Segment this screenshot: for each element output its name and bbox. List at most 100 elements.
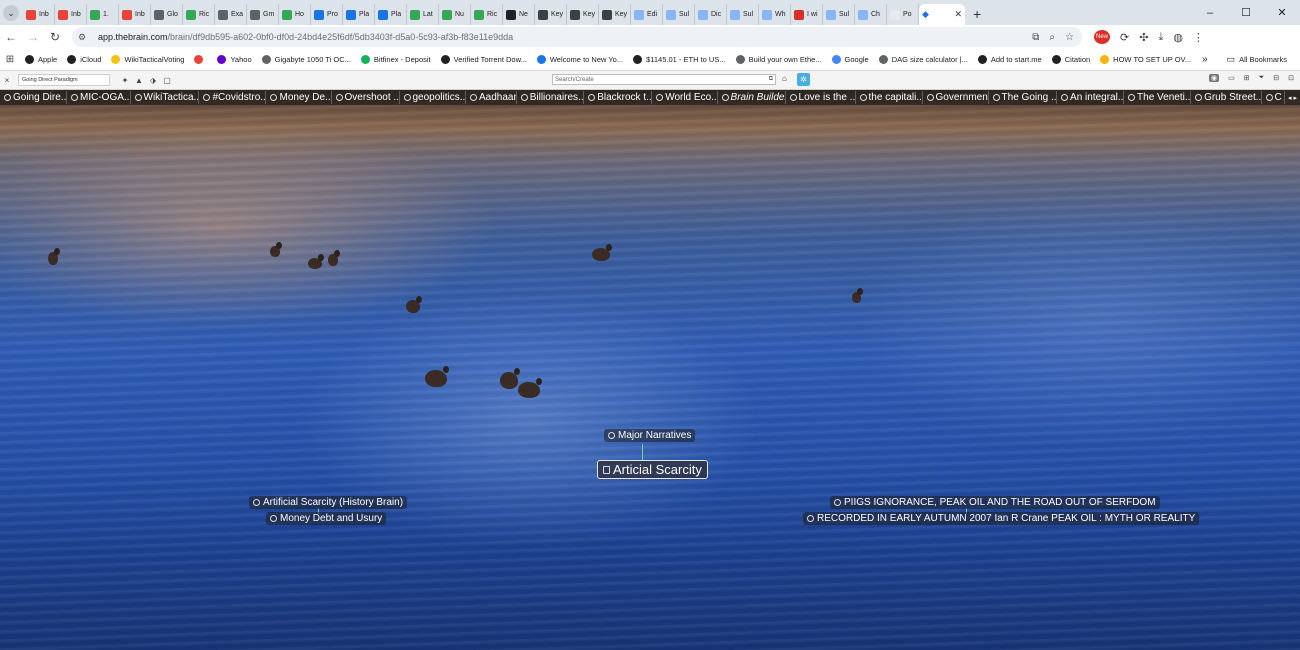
back-button[interactable]: ← [0,30,22,44]
browser-tab[interactable]: Ne [503,4,535,25]
active-thought[interactable]: Articial Scarcity [597,460,708,479]
bookmark-item[interactable]: WikiTacticalVoting [106,55,189,64]
pinned-thought[interactable]: Brain Builder [718,91,786,104]
browser-tab[interactable]: Dic [695,4,727,25]
zoom-icon[interactable]: ⌕ [1049,32,1055,43]
bookmark-item[interactable]: Apple [20,55,62,64]
pinned-thought[interactable]: World Eco... [652,91,718,104]
bookmark-item[interactable]: Gigabyte 1050 Ti OC... [257,55,356,64]
filter-icon[interactable]: ⏷ [1259,74,1265,82]
bookmark-item[interactable]: iCloud [62,55,106,64]
browser-tab[interactable]: Glo [151,4,183,25]
pinned-thought[interactable]: Going Dire... [0,91,67,104]
browser-tab[interactable]: Edi [631,4,663,25]
pinned-thought[interactable]: Overshoot ... [332,91,400,104]
thought-piigs-ignorance[interactable]: PIIGS IGNORANCE, PEAK OIL AND THE ROAD O… [830,496,1160,509]
browser-tab[interactable]: Inb [55,4,87,25]
extensions-puzzle-icon[interactable]: ✣ [1139,31,1148,44]
apps-grid-icon[interactable]: ⊞ [0,54,20,65]
home-icon[interactable]: ⌂ [782,74,787,83]
browser-tab[interactable]: Sul [727,4,759,25]
browser-tab[interactable]: Sul [663,4,695,25]
pinned-thought[interactable]: Love is the ... [786,91,856,104]
browser-tab[interactable]: Inb [119,4,151,25]
layers-icon[interactable]: ⊟ [1273,74,1279,82]
pinned-thought[interactable]: An integral... [1057,91,1125,104]
pinned-thought[interactable]: WikiTactica... [131,91,200,104]
bookmark-item[interactable]: Google [827,55,874,64]
tag-icon[interactable]: ⬗ [146,76,160,85]
pinned-thought[interactable]: #Covidstro... [199,91,267,104]
forward-button[interactable]: → [22,30,44,44]
active-tab[interactable]: ◆ ✕ [919,4,965,25]
scroll-left-icon[interactable]: ◂ [1288,94,1292,102]
pinned-thought[interactable]: Grub Street... [1191,91,1262,104]
close-tab-icon[interactable]: ✕ [954,9,962,20]
browser-tab[interactable]: I wi [791,4,823,25]
site-info-icon[interactable]: ⚙ [78,32,92,43]
browser-menu-icon[interactable]: ⋮ [1193,31,1204,44]
brain-canvas[interactable]: Going Dire... MIC-OGA... WikiTactica... #Co… [0,90,1300,650]
new-tab-button[interactable]: + [973,6,981,22]
search-create-input[interactable]: Search/Create ⧉ [552,74,776,85]
more-bookmarks-button[interactable]: » [1202,54,1208,65]
tab-search-icon[interactable]: ⌄ [3,5,19,21]
browser-tab[interactable]: Ch [855,4,887,25]
bookmark-item[interactable]: Build your own Ethe... [731,55,827,64]
thought-recorded-autumn-2007[interactable]: RECORDED IN EARLY AUTUMN 2007 Ian R Cran… [803,512,1200,525]
browser-tab[interactable]: Sul [823,4,855,25]
browser-tab[interactable]: Pla [343,4,375,25]
minimize-button[interactable]: – [1192,7,1228,19]
sync-icon[interactable]: ⟳ [1120,31,1129,44]
pinned-thought[interactable]: the capitali... [856,91,923,104]
address-bar[interactable]: ⚙ app.thebrain.com/brain/df9db595-a602-0… [72,27,1082,47]
pinned-thought[interactable]: Government [923,91,989,104]
reload-button[interactable]: ↻ [44,30,66,44]
close-brain-icon[interactable]: × [0,76,14,85]
expand-icon[interactable]: ▭ [1228,74,1235,82]
settings-icon[interactable]: ⊡ [1288,74,1294,82]
brain-selector[interactable]: Going Direct Paradigm [18,74,110,86]
browser-tab[interactable]: Key [535,4,567,25]
all-bookmarks-button[interactable]: ▭ All Bookmarks [1222,54,1292,65]
browser-tab[interactable]: Inb [23,4,55,25]
browser-tab[interactable]: Po [887,4,919,25]
warning-icon[interactable]: ▲ [132,76,146,85]
pinned-thought[interactable]: Aadhaar [466,91,517,104]
share-icon[interactable]: ▢ [160,76,174,85]
pinned-thought[interactable]: Billionaires... [517,91,585,104]
bookmark-item[interactable]: Bitfinex - Deposit [356,55,436,64]
bookmark-item[interactable]: Citation [1047,55,1095,64]
browser-tab[interactable]: Ho [279,4,311,25]
pin-icon[interactable]: ✦ [118,76,132,85]
bookmark-item[interactable]: DAG size calculator |... [874,55,973,64]
profile-avatar[interactable]: ◍ [1173,31,1183,44]
download-icon[interactable]: ⤓ [1158,31,1163,44]
bookmark-item[interactable]: Welcome to New Yo... [532,55,628,64]
browser-tab[interactable]: Pro [311,4,343,25]
browser-tab[interactable]: Gm [247,4,279,25]
bookmark-item[interactable]: Yahoo [212,55,256,64]
thought-artificial-scarcity-history[interactable]: Artificial Scarcity (History Brain) [249,496,408,509]
bookmark-star-icon[interactable]: ☆ [1065,32,1074,43]
brain-logo-icon[interactable]: ✲ [797,73,810,86]
layout-icon[interactable]: ⊞ [1244,74,1250,82]
scroll-right-icon[interactable]: ▸ [1294,94,1298,102]
pinned-thought[interactable]: geopolitics... [400,91,467,104]
eye-icon[interactable]: ◉ [1209,74,1220,82]
browser-tab[interactable]: Exa [215,4,247,25]
search-options-icon[interactable]: ⧉ [769,76,773,83]
browser-tab[interactable]: Pla [375,4,407,25]
thought-money-debt-usury[interactable]: Money Debt and Usury [266,512,387,525]
browser-tab[interactable]: Key [599,4,631,25]
pinned-thought[interactable]: The Veneti... [1124,91,1192,104]
bookmark-item[interactable]: Verified Torrent Dow... [436,55,532,64]
bookmark-item[interactable]: $1145.01 - ETH to US... [628,55,730,64]
maximize-button[interactable]: ☐ [1228,6,1264,19]
install-app-icon[interactable]: ⧉ [1032,32,1039,43]
bookmark-item[interactable]: HOW TO SET UP OV... [1095,55,1196,64]
browser-tab[interactable]: Ric [183,4,215,25]
bookmark-item[interactable]: Add to start.me [973,55,1047,64]
new-extension-badge[interactable]: New [1094,30,1110,44]
browser-tab[interactable]: Key [567,4,599,25]
